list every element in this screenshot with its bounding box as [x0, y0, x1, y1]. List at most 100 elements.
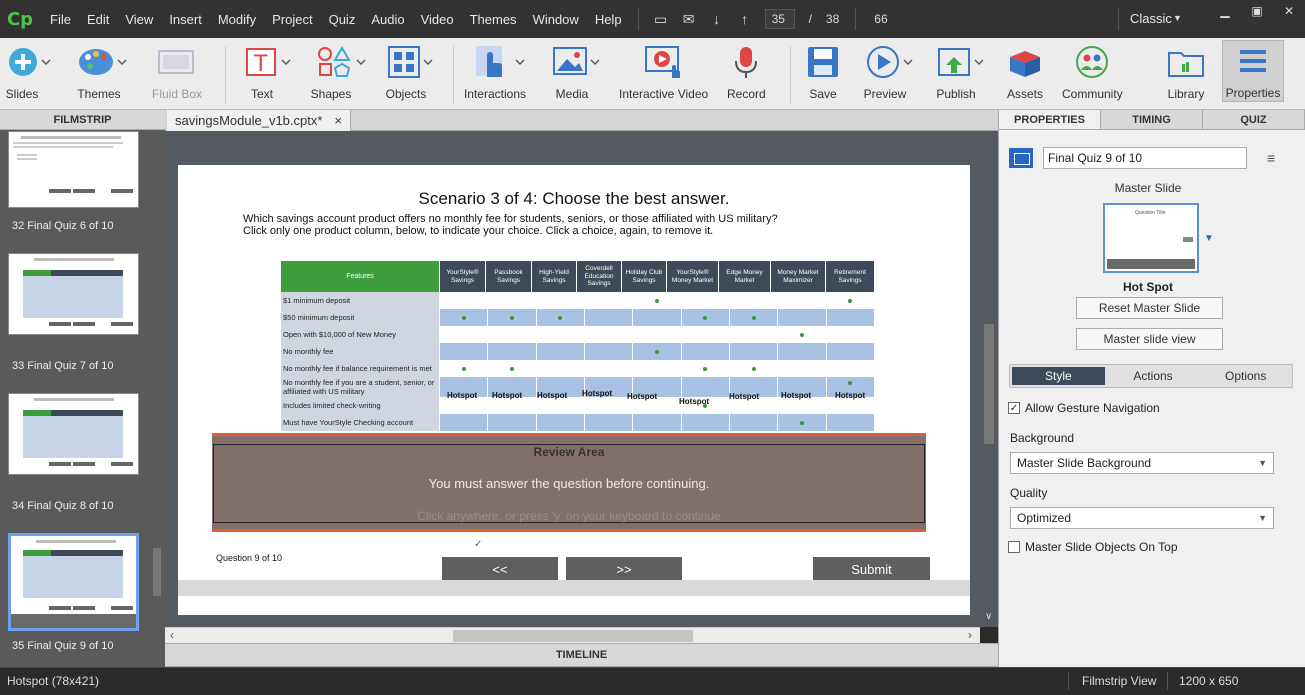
hotspot[interactable]: Hotspot	[447, 391, 477, 400]
slide-thumbnail-selected[interactable]	[8, 533, 139, 631]
filmstrip-scrollbar[interactable]	[153, 548, 161, 596]
slide-thumbnail[interactable]	[8, 393, 139, 475]
slide-thumbnail[interactable]	[8, 253, 139, 335]
toolbar-divider	[790, 46, 791, 104]
chevron-down-icon[interactable]: ▼	[1204, 233, 1214, 244]
menu-quiz[interactable]: Quiz	[321, 12, 364, 27]
previous-button[interactable]: <<	[442, 557, 558, 581]
record-button[interactable]: Record	[727, 42, 766, 101]
interactions-button[interactable]: Interactions	[464, 42, 530, 101]
svg-text:T: T	[253, 52, 268, 77]
checkmark-icon: ✓	[474, 539, 483, 550]
close-icon[interactable]: ×	[334, 113, 342, 128]
document-tab[interactable]: savingsModule_v1b.cptx* ×	[167, 110, 352, 131]
master-objects-on-top-row: Master Slide Objects On Top	[1008, 540, 1178, 554]
shapes-button[interactable]: Shapes	[311, 42, 368, 101]
maximize-icon[interactable]: ▣	[1241, 0, 1273, 22]
publish-button[interactable]: Publish	[936, 42, 987, 101]
mail-icon[interactable]: ✉	[677, 9, 701, 29]
question-line[interactable]: Which savings account product offers no …	[243, 213, 778, 225]
menu-edit[interactable]: Edit	[79, 12, 117, 27]
next-button[interactable]: >>	[566, 557, 682, 581]
slide-stage[interactable]: Scenario 3 of 4: Choose the best answer.…	[178, 165, 970, 615]
properties-button[interactable]: Properties	[1222, 40, 1284, 102]
interactive-video-button[interactable]: Interactive Video	[619, 42, 708, 101]
menu-insert[interactable]: Insert	[161, 12, 210, 27]
preview-button[interactable]: Preview	[864, 42, 916, 101]
review-area[interactable]: Review Area You must answer the question…	[212, 433, 926, 532]
allow-gesture-checkbox[interactable]: ✓	[1008, 402, 1020, 414]
library-button[interactable]: Library	[1167, 42, 1205, 101]
community-button[interactable]: Community	[1062, 42, 1123, 101]
vertical-scrollbar[interactable]: ∨	[980, 131, 998, 627]
master-slide-view-button[interactable]: Master slide view	[1076, 328, 1223, 350]
hotspot[interactable]: Hotspot	[781, 391, 811, 400]
menu-help[interactable]: Help	[587, 12, 630, 27]
tab-style[interactable]: Style	[1012, 367, 1105, 385]
menu-window[interactable]: Window	[525, 12, 587, 27]
chevron-down-icon[interactable]: ▼	[1173, 13, 1182, 23]
caption-icon[interactable]: ▭	[649, 9, 673, 29]
hotspot[interactable]: Hotspot	[537, 391, 567, 400]
tab-quiz[interactable]: QUIZ	[1203, 110, 1305, 129]
interactive-video-icon	[642, 42, 686, 82]
master-objects-on-top-checkbox[interactable]	[1008, 541, 1020, 553]
scroll-down-icon[interactable]: ∨	[985, 611, 992, 622]
menu-view[interactable]: View	[117, 12, 161, 27]
menu-video[interactable]: Video	[413, 12, 462, 27]
current-slide-field[interactable]: 35	[764, 9, 795, 29]
assets-button[interactable]: Assets	[1006, 42, 1044, 101]
tab-properties[interactable]: PROPERTIES	[999, 110, 1101, 129]
question-line[interactable]: Click only one product column, below, to…	[243, 225, 713, 237]
menu-modify[interactable]: Modify	[210, 12, 264, 27]
hotspot[interactable]: Hotspot	[679, 397, 709, 406]
hotspot[interactable]: Hotspot	[582, 389, 612, 398]
hotspot[interactable]: Hotspot	[627, 392, 657, 401]
menu-audio[interactable]: Audio	[363, 12, 412, 27]
menu-file[interactable]: File	[42, 12, 79, 27]
row-label: No monthly fee if you are a student, sen…	[281, 377, 439, 397]
themes-button[interactable]: Themes	[77, 42, 128, 101]
minimize-icon[interactable]: ▁	[1209, 0, 1241, 22]
media-label: Media	[555, 87, 589, 101]
submit-button[interactable]: Submit	[813, 557, 930, 581]
scroll-right-icon[interactable]: ›	[968, 628, 972, 642]
menu-project[interactable]: Project	[264, 12, 320, 27]
tab-options[interactable]: Options	[1199, 365, 1292, 387]
slide-name-input[interactable]	[1043, 147, 1247, 169]
reset-master-slide-button[interactable]: Reset Master Slide	[1076, 297, 1223, 319]
save-button[interactable]: Save	[806, 42, 840, 101]
list-menu-icon[interactable]: ≡	[1267, 150, 1275, 166]
arrow-up-icon[interactable]: ↑	[733, 9, 757, 29]
slide-title[interactable]: Scenario 3 of 4: Choose the best answer.	[178, 189, 970, 209]
slides-button[interactable]: Slides	[6, 42, 52, 101]
horizontal-scrollbar-thumb[interactable]	[453, 630, 693, 642]
master-slide-name: Hot Spot	[1123, 280, 1173, 294]
tab-timing[interactable]: TIMING	[1101, 110, 1203, 129]
text-button[interactable]: T Text	[245, 42, 293, 101]
menu-themes[interactable]: Themes	[462, 12, 525, 27]
slide-separator: /	[808, 12, 812, 26]
close-icon[interactable]: ✕	[1273, 0, 1305, 22]
quality-select[interactable]: Optimized ▼	[1010, 507, 1274, 529]
media-button[interactable]: Media	[553, 42, 603, 101]
slide-thumbnail[interactable]	[8, 131, 139, 208]
hotspot[interactable]: Hotspot	[492, 391, 522, 400]
tab-actions[interactable]: Actions	[1107, 365, 1200, 387]
zoom-field[interactable]: 66	[868, 9, 952, 29]
hotspot[interactable]: Hotspot	[835, 391, 865, 400]
objects-button[interactable]: Objects	[386, 42, 436, 101]
timeline-bar[interactable]: TIMELINE	[165, 643, 998, 667]
background-select[interactable]: Master Slide Background ▼	[1010, 452, 1274, 474]
arrow-down-icon[interactable]: ↓	[705, 9, 729, 29]
horizontal-scrollbar[interactable]: ‹ ›	[165, 627, 980, 643]
fluid-box-button[interactable]: Fluid Box	[152, 42, 202, 101]
hotspot[interactable]: Hotspot	[729, 392, 759, 401]
vertical-scrollbar-thumb[interactable]	[984, 324, 994, 444]
workspace-switcher[interactable]: Classic	[1130, 11, 1172, 26]
scroll-left-icon[interactable]: ‹	[170, 628, 174, 642]
interactive-video-label: Interactive Video	[619, 87, 709, 101]
master-slide-thumbnail[interactable]: Question Title	[1103, 203, 1199, 273]
media-icon	[553, 42, 603, 82]
table-row: Must have YourStyle Checking account	[281, 414, 874, 431]
